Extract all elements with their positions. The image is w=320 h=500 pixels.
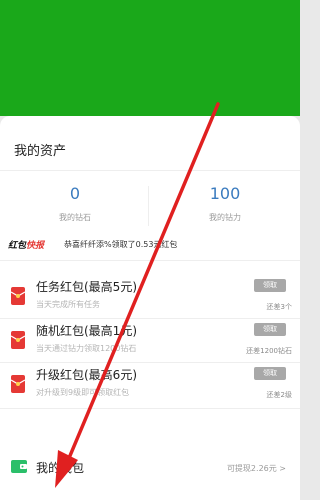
news-ticker[interactable]: 红包快报 恭喜纤纤添%领取了0.53元红包 [8,236,292,256]
power-label: 我的钻力 [209,213,241,222]
upgrade-red-packet-row: 升级红包(最高6元) 对升级到9级即可领取红包 领取 还差2级 [0,362,300,408]
assets-title: 我的资产 [14,144,67,159]
claim-button[interactable]: 领取 [254,367,286,380]
wallet-withdrawable: 可提现2.26元 > [226,464,286,473]
news-badge: 红包快报 [8,238,44,251]
task-title: 任务红包(最高5元) [36,280,137,294]
task-status: 还差2级 [266,391,292,399]
diamonds-value: 0 [69,184,81,203]
news-badge-part1: 红包 [8,241,27,251]
assets-card: 我的资产 0 我的钻石 100 我的钻力 红包快报 恭喜纤纤添%领取了0.53元… [0,116,300,500]
task-red-packet-row: 任务红包(最高5元) 当天完成所有任务 领取 还差3个 [0,274,300,320]
task-status: 还差1200钻石 [246,347,292,355]
red-envelope-icon [10,330,26,354]
task-divider [0,408,300,409]
wallet-icon [10,458,28,478]
wallet-title: 我的钱包 [36,461,85,475]
task-subtitle: 当天通过钻力领取1200钻石 [36,344,137,353]
claim-button[interactable]: 领取 [254,323,286,336]
power-value: 100 [209,184,241,203]
task-title: 升级红包(最高6元) [36,368,137,382]
task-title: 随机红包(最高1元) [36,324,137,338]
stats-separator [148,186,149,226]
diamonds-stat[interactable]: 0 我的钻石 [0,184,150,223]
task-subtitle: 对升级到9级即可领取红包 [36,388,130,397]
task-status: 还差3个 [266,303,292,311]
news-divider [0,260,300,261]
diamonds-label: 我的钻石 [59,213,91,222]
random-red-packet-row: 随机红包(最高1元) 当天通过钻力领取1200钻石 领取 还差1200钻石 [0,318,300,364]
power-stat[interactable]: 100 我的钻力 [150,184,300,223]
news-text: 恭喜纤纤添%领取了0.53元红包 [64,240,178,249]
task-subtitle: 当天完成所有任务 [36,300,100,309]
my-wallet-row[interactable]: 我的钱包 可提现2.26元 > [0,450,300,490]
red-envelope-icon [10,286,26,310]
news-badge-part2: 快报 [26,241,45,251]
title-divider [0,170,300,171]
claim-button[interactable]: 领取 [254,279,286,292]
red-envelope-icon [10,374,26,398]
green-header [0,0,300,116]
